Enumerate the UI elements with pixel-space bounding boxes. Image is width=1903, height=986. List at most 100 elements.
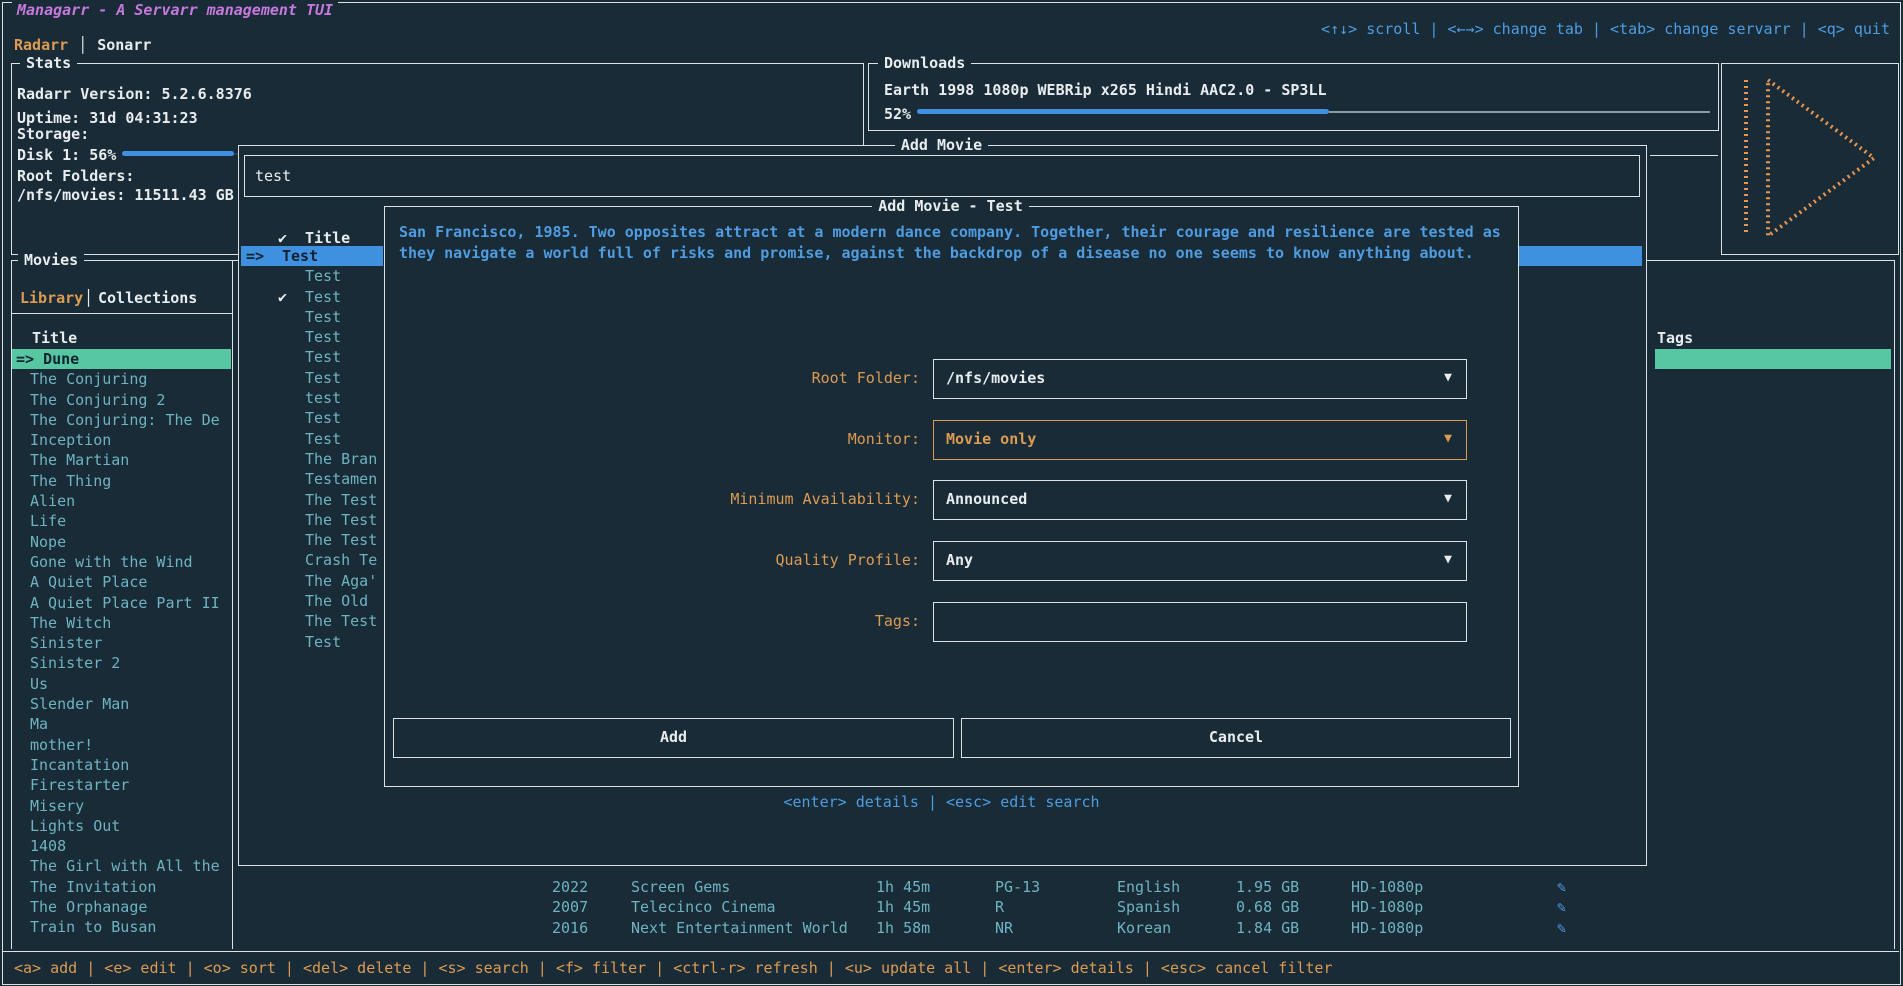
results-check-header: ✔ [278, 228, 287, 248]
movie-list-item[interactable]: The Conjuring 2 [12, 390, 231, 410]
movie-list-item[interactable]: The Conjuring: The De [12, 410, 231, 430]
cell-runtime: 1h 45m [876, 897, 930, 917]
search-result-row[interactable]: Test [241, 408, 383, 428]
managarr-logo-icon [1734, 72, 1884, 244]
tab-library[interactable]: Library [20, 288, 83, 308]
result-title: Testamen [305, 469, 377, 489]
library-table-row[interactable]: 2007Telecinco Cinema1h 45mRSpanish0.68 G… [0, 897, 1903, 917]
search-result-row[interactable]: Test [241, 327, 383, 347]
search-result-row[interactable]: The Test [241, 530, 383, 550]
search-result-row[interactable]: The Aga' [241, 571, 383, 591]
field-value: Any [946, 542, 973, 578]
search-result-row[interactable]: Crash Te [241, 550, 383, 570]
search-result-row[interactable]: test [241, 388, 383, 408]
search-result-row[interactable]: Test [241, 347, 383, 367]
quality-profile-select[interactable]: Any▼ [933, 541, 1467, 581]
movie-list-item[interactable]: Firestarter [12, 775, 231, 795]
result-title: Test [305, 408, 341, 428]
monitor-select[interactable]: Movie only▼ [933, 420, 1467, 460]
movie-list-item[interactable]: Sinister [12, 633, 231, 653]
movie-list-item[interactable]: Slender Man [12, 694, 231, 714]
tags-input[interactable] [933, 602, 1467, 642]
library-table-row[interactable]: 2022Screen Gems1h 45mPG-13English1.95 GB… [0, 877, 1903, 897]
movie-list-item[interactable]: Sinister 2 [12, 653, 231, 673]
movie-list-item[interactable]: Ma [12, 714, 231, 734]
cell-year: 2022 [552, 877, 588, 897]
movie-list-item[interactable]: The Martian [12, 450, 231, 470]
tab-sonarr[interactable]: Sonarr [97, 35, 151, 55]
tab-radarr[interactable]: Radarr [14, 35, 68, 55]
radarr-version-line: Radarr Version: 5.2.6.8376 [17, 84, 252, 104]
add-button[interactable]: Add [393, 718, 954, 758]
chevron-down-icon: ▼ [1444, 481, 1452, 517]
edit-pencil-icon[interactable]: ✎ [1557, 877, 1566, 897]
result-title: Test [305, 429, 341, 449]
cell-language: English [1117, 877, 1180, 897]
field-value: /nfs/movies [946, 360, 1045, 396]
result-title: The Test [305, 530, 377, 550]
library-column-divider [232, 260, 233, 949]
movie-list-item[interactable]: The Witch [12, 613, 231, 633]
movie-list-item[interactable]: => Dune [12, 349, 231, 369]
search-input[interactable] [245, 156, 1649, 196]
downloads-panel-title: Downloads [878, 54, 971, 72]
minimum-availability-select[interactable]: Announced▼ [933, 480, 1467, 520]
movie-list-item[interactable]: mother! [12, 735, 231, 755]
result-title: The Bran [305, 449, 377, 469]
movie-list-item[interactable]: A Quiet Place Part II [12, 593, 231, 613]
movie-list-item[interactable]: Misery [12, 796, 231, 816]
movie-list-item[interactable]: Us [12, 674, 231, 694]
search-box [244, 155, 1640, 197]
storage-label: Storage: [17, 124, 89, 144]
search-result-row[interactable]: The Old [241, 591, 383, 611]
search-result-row[interactable]: Test [241, 266, 383, 286]
search-result-row[interactable]: Test [241, 307, 383, 327]
movie-overview-line2: they navigate a world full of risks and … [399, 243, 1474, 264]
movie-list-item[interactable]: Lights Out [12, 816, 231, 836]
search-result-row[interactable]: Test [241, 632, 383, 652]
movie-list-item[interactable]: The Conjuring [12, 369, 231, 389]
search-result-row[interactable]: The Bran [241, 449, 383, 469]
movie-overview-line1: San Francisco, 1985. Two opposites attra… [399, 222, 1501, 243]
movie-list-item[interactable]: The Thing [12, 471, 231, 491]
movie-list-item[interactable]: Alien [12, 491, 231, 511]
movies-tabs-separator-line [11, 313, 232, 314]
movie-list-item[interactable]: Inception [12, 430, 231, 450]
result-title: The Test [305, 611, 377, 631]
cell-runtime: 1h 45m [876, 877, 930, 897]
edit-pencil-icon[interactable]: ✎ [1557, 897, 1566, 917]
cancel-button[interactable]: Cancel [961, 718, 1511, 758]
cell-rating: NR [995, 918, 1013, 938]
movie-list-item[interactable]: The Girl with All the [12, 856, 231, 876]
search-result-row[interactable]: The Test [241, 611, 383, 631]
movies-list: => DuneThe ConjuringThe Conjuring 2The C… [12, 349, 231, 938]
movie-list-item[interactable]: Incantation [12, 755, 231, 775]
managarr-tui-screen: { "header": { "app_title": "Managarr - A… [0, 0, 1903, 986]
search-result-row[interactable]: The Test [241, 510, 383, 530]
movies-panel-title: Movies [18, 251, 84, 269]
movie-list-item[interactable]: Life [12, 511, 231, 531]
search-result-row[interactable]: Testamen [241, 469, 383, 489]
field-label: Tags: [450, 611, 920, 631]
root-folders-label: Root Folders: [17, 166, 134, 186]
root-folder-select[interactable]: /nfs/movies▼ [933, 359, 1467, 399]
movie-list-item[interactable]: Nope [12, 532, 231, 552]
library-table-row[interactable]: 2016Next Entertainment World1h 58mNRKore… [0, 918, 1903, 938]
cell-language: Spanish [1117, 897, 1180, 917]
search-result-row[interactable]: ✔Test [241, 287, 383, 307]
selected-row-tags-fragment [1655, 349, 1891, 369]
movie-list-item[interactable]: Gone with the Wind [12, 552, 231, 572]
cell-rating: PG-13 [995, 877, 1040, 897]
field-label: Monitor: [450, 429, 920, 449]
result-title: Test [305, 368, 341, 388]
search-result-row[interactable]: The Test [241, 490, 383, 510]
tab-separator: │ [78, 35, 87, 55]
download-progress-gauge [917, 108, 1710, 116]
search-result-row[interactable]: Test [241, 368, 383, 388]
tab-collections[interactable]: Collections [98, 288, 197, 308]
search-result-row[interactable]: =>Test [241, 246, 383, 266]
movie-list-item[interactable]: A Quiet Place [12, 572, 231, 592]
edit-pencil-icon[interactable]: ✎ [1557, 918, 1566, 938]
search-result-row[interactable]: Test [241, 429, 383, 449]
movie-list-item[interactable]: 1408 [12, 836, 231, 856]
